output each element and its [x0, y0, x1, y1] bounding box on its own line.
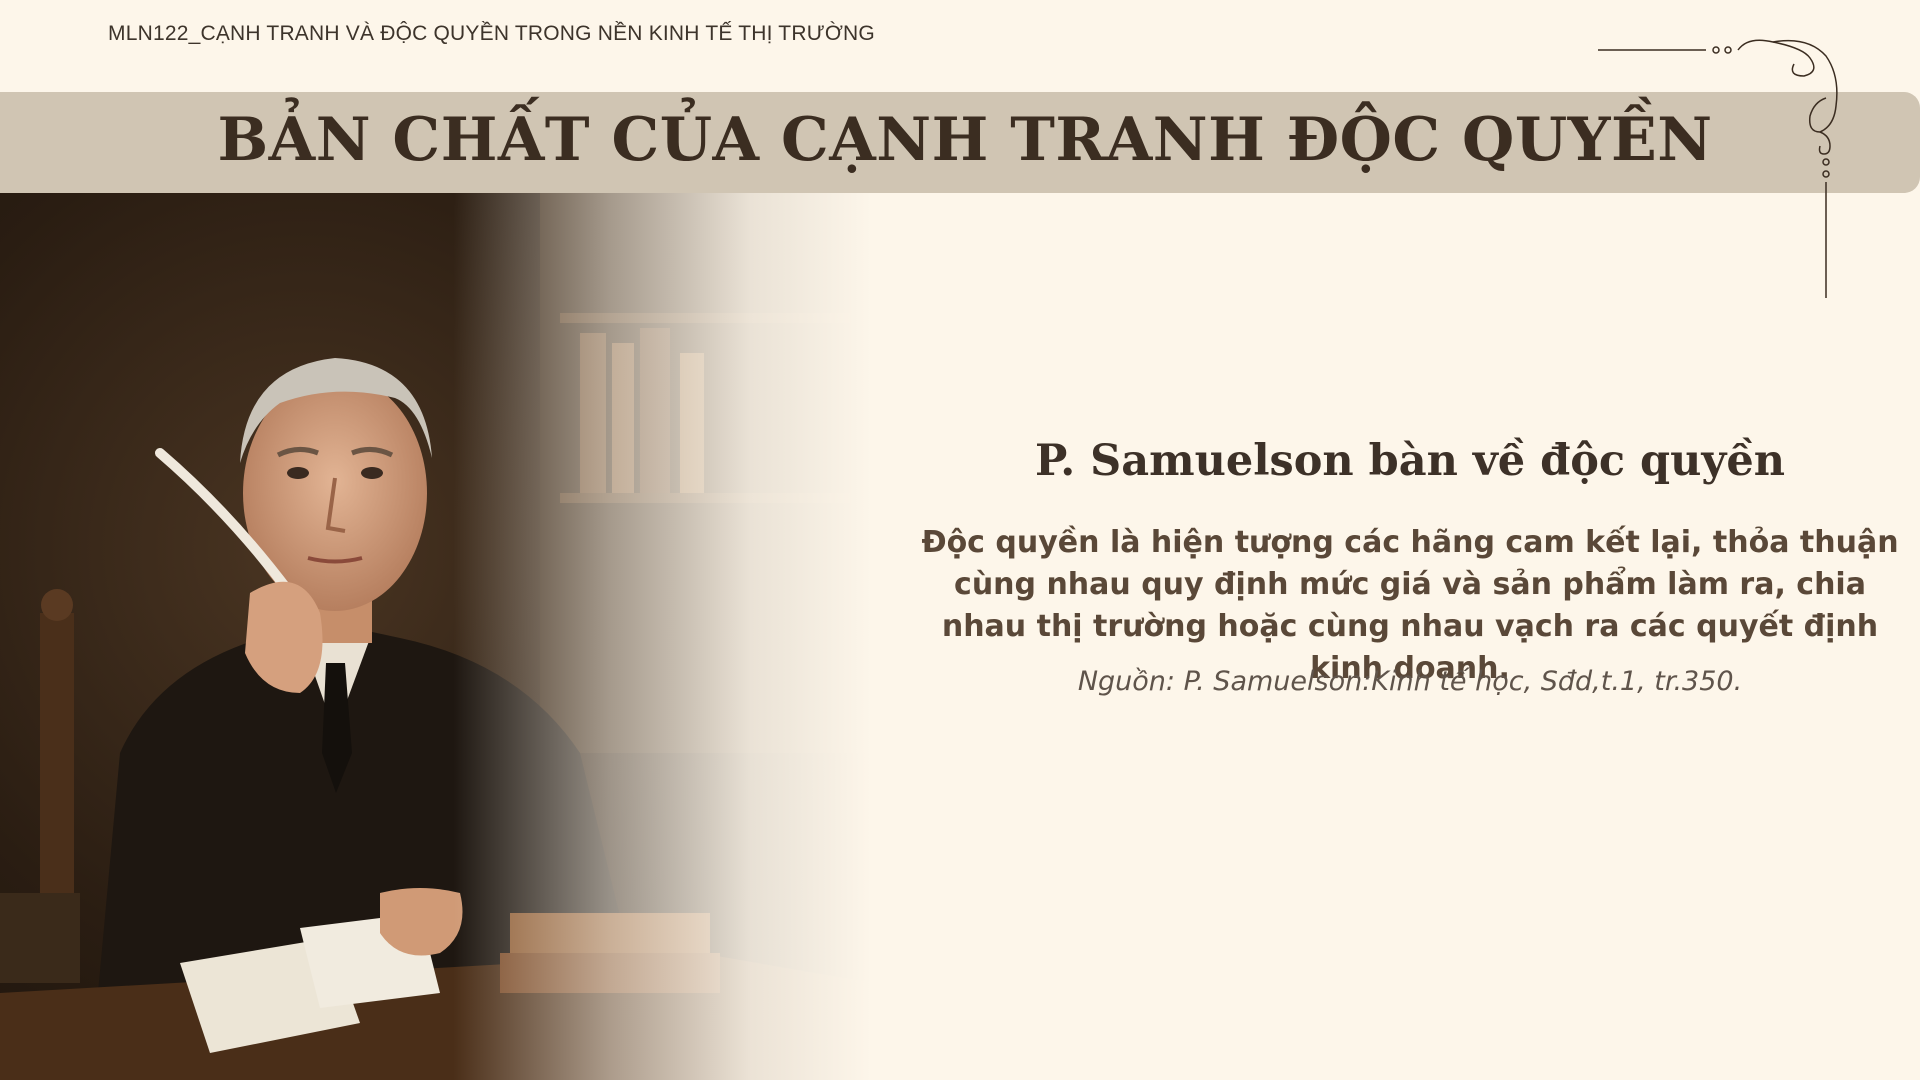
course-header: MLN122_CẠNH TRANH VÀ ĐỘC QUYỀN TRONG NỀN… [108, 22, 875, 45]
portrait-fade-overlay [0, 193, 872, 1080]
flourish-ornament-icon [1598, 39, 1838, 298]
quote-source: Nguồn: P. Samuelson:Kinh tế học, Sđd,t.1… [1077, 666, 1743, 697]
quote-body: Độc quyền là hiện tượng các hãng cam kết… [921, 525, 1899, 686]
portrait-image [0, 193, 872, 1080]
quote-heading: P. Samuelson bàn về độc quyền [1035, 436, 1785, 486]
